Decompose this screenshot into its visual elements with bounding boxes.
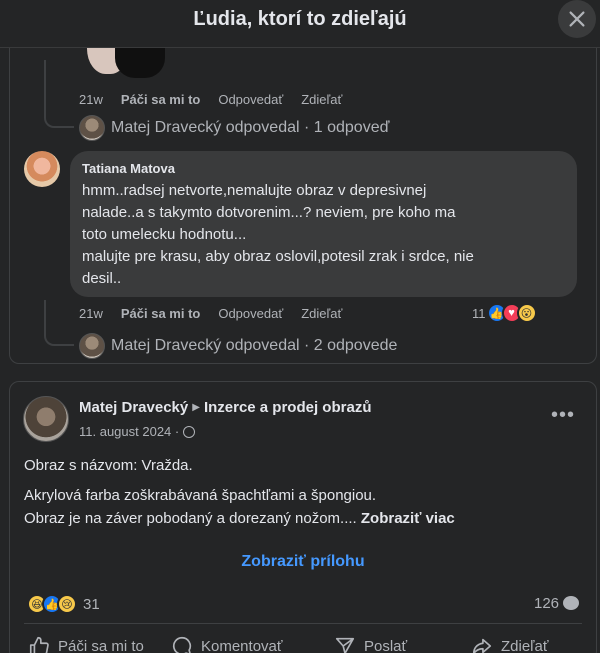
dialog-header: Ľudia, ktorí to zdieľajú [0,0,600,48]
post-text-line: Obraz je na záver pobodaný a dorezaný no… [24,510,455,527]
comment-count[interactable]: 126 [534,595,580,612]
caret-right-icon: ▶ [192,402,200,413]
thread-connector [44,300,74,346]
avatar [79,115,105,141]
view-attachment-link[interactable]: Zobraziť prílohu [0,553,600,571]
comment-reactions[interactable]: 11 👍 ♥ 😮 [472,303,537,323]
send-button-label: Poslať [364,637,408,653]
replies-toggle[interactable]: Matej Dravecký odpovedal · 1 odpoveď [79,115,389,141]
reaction-count: 11 [472,305,486,321]
avatar [79,333,105,359]
post-group[interactable]: Inzerce a prodej obrazů [204,399,372,416]
reply-link[interactable]: Odpovedať [218,92,283,107]
globe-icon [183,425,196,438]
reaction-count: 31 [83,595,100,613]
sad-icon: 😢 [57,594,77,614]
reply-time: 21w [79,92,103,107]
replies-toggle-label: Matej Dravecký odpovedal · 2 odpovede [111,337,398,354]
comment-actions: 21w Páči sa mi to Odpovedať Zdieľať [79,306,342,321]
reply-actions: 21w Páči sa mi to Odpovedať Zdieľať [79,92,342,107]
comment-count-label: 126 [534,595,560,612]
post-meta: 11. august 2024 · [79,424,196,439]
comment-text: hmm..radsej netvorte,nemalujte obraz v d… [82,182,474,287]
replies-toggle[interactable]: Matej Dravecký odpovedal · 2 odpovede [79,333,397,359]
post-text-line: Obraz s názvom: Vražda. [24,457,193,474]
post-text-line: Akrylová farba zoškrabávaná špachtľami a… [24,487,377,504]
comment-bubble-icon [172,636,192,653]
dialog-title: Ľudia, ktorí to zdieľajú [193,8,407,30]
reply-link[interactable]: Odpovedať [218,306,283,321]
post-date[interactable]: 11. august 2024 · [79,424,179,439]
avatar[interactable] [24,151,60,187]
comment-author[interactable]: Tatiana Matova [82,161,565,176]
post-author[interactable]: Matej Dravecký [79,399,188,416]
post-header: Matej Dravecký ▶ Inzerce a prodej obrazů [79,399,371,416]
replies-toggle-label: Matej Dravecký odpovedal · 1 odpoveď [111,119,390,136]
comment-button-label: Komentovať [201,637,283,653]
comment-button[interactable]: Komentovať [171,635,283,653]
comment-icon [563,596,580,610]
share-link[interactable]: Zdieľať [301,306,342,321]
share-link[interactable]: Zdieľať [301,92,342,107]
reply-image[interactable] [79,48,179,88]
share-icon [472,638,492,653]
avatar[interactable] [23,396,69,442]
thread-connector [44,60,74,128]
send-icon [335,637,355,653]
post-reactions[interactable]: 😆 👍 😢 31 [27,594,100,614]
divider [24,623,582,624]
like-button-label: Páči sa mi to [58,637,144,653]
like-button[interactable]: Páči sa mi to [28,635,144,653]
post-text: Obraz je na záver pobodaný a dorezaný no… [24,510,361,527]
wow-icon: 😮 [516,303,537,323]
send-button[interactable]: Poslať [334,635,407,653]
thumbs-up-icon [29,636,49,653]
see-more-link[interactable]: Zobraziť viac [361,510,455,527]
comment-bubble: Tatiana Matova hmm..radsej netvorte,nema… [70,151,577,297]
share-button-label: Zdieľať [501,637,549,653]
like-link[interactable]: Páči sa mi to [121,92,200,107]
share-button[interactable]: Zdieľať [471,635,549,653]
more-options-icon[interactable]: ••• [551,404,575,427]
close-button[interactable] [558,0,596,38]
comment-time: 21w [79,306,103,321]
close-icon [569,11,585,27]
like-link[interactable]: Páči sa mi to [121,306,200,321]
